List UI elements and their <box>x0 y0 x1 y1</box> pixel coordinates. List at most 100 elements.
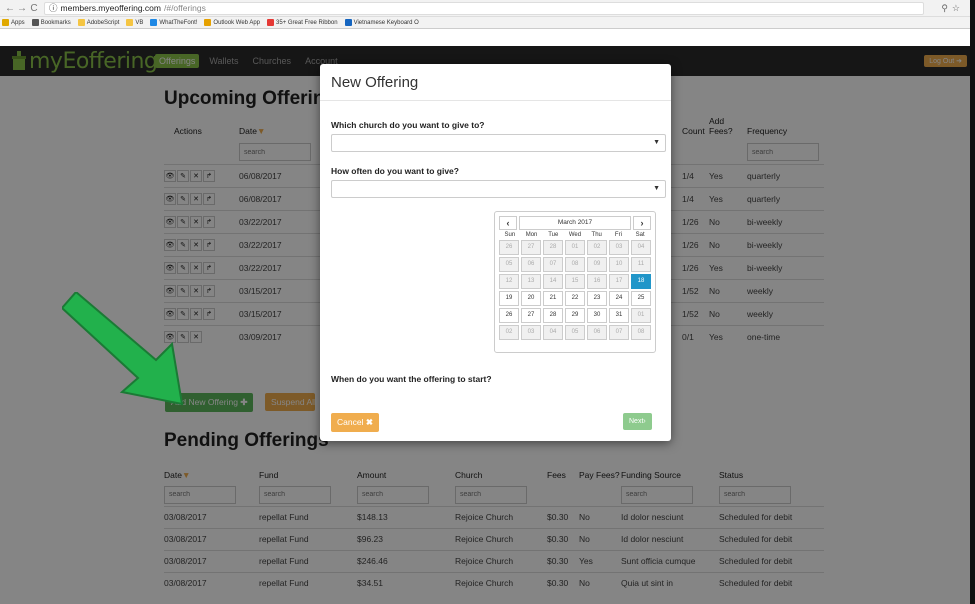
forward-icon[interactable]: → <box>16 3 28 14</box>
next-month-button[interactable]: › <box>633 216 651 230</box>
start-date-calendar: ‹ March 2017 › Sun Mon Tue Wed Thu Fri Sat 26 2… <box>494 211 656 353</box>
reload-icon[interactable]: C <box>28 3 40 14</box>
calendar-day[interactable]: 23 <box>587 291 607 306</box>
frequency-question: How often do you want to give? <box>331 166 459 176</box>
green-arrow-annotation <box>62 292 184 406</box>
calendar-day: 28 <box>543 240 563 255</box>
calendar-day: 01 <box>631 308 651 323</box>
calendar-day: 01 <box>565 240 585 255</box>
calendar-day: 08 <box>631 325 651 340</box>
bookmark-label: AdobeScript <box>86 19 120 26</box>
browser-window: ← → C ⓘ members.myeoffering.com/#/offeri… <box>0 0 970 604</box>
church-select[interactable]: ▼ <box>331 134 666 152</box>
back-icon[interactable]: ← <box>4 3 16 14</box>
bookmark-icon <box>150 19 158 26</box>
bookmark-label: VB <box>135 19 144 26</box>
calendar-day: 06 <box>521 257 541 272</box>
bookmark-item[interactable]: 35+ Great Free Ribbon <box>267 19 338 26</box>
bookmark-icon <box>126 19 134 26</box>
calendar-day: 02 <box>587 240 607 255</box>
new-offering-modal: New Offering Which church do you want to… <box>320 64 671 441</box>
bookmark-label: WhatTheFont! <box>159 19 198 26</box>
bookmark-item[interactable]: Apps <box>2 19 25 26</box>
bookmark-item[interactable]: AdobeScript <box>77 19 120 26</box>
calendar-day: 03 <box>521 325 541 340</box>
url-host: members.myeoffering.com <box>60 3 161 13</box>
cancel-button[interactable]: Cancel ✖ <box>331 413 379 432</box>
calendar-day[interactable]: 18 <box>631 274 651 289</box>
address-bar-row: ← → C ⓘ members.myeoffering.com/#/offeri… <box>0 0 970 17</box>
calendar-day: 13 <box>521 274 541 289</box>
calendar-day: 17 <box>609 274 629 289</box>
bookmarks-bar: Apps Bookmarks AdobeScript VB WhatTheFont! Ou… <box>0 17 970 29</box>
calendar-day: 09 <box>587 257 607 272</box>
screen-frame: ← → C ⓘ members.myeoffering.com/#/offeri… <box>0 0 975 604</box>
url-input[interactable]: ⓘ members.myeoffering.com/#/offerings <box>44 1 924 15</box>
prev-month-button[interactable]: ‹ <box>499 216 517 230</box>
calendar-day[interactable]: 26 <box>499 308 519 323</box>
bookmark-label: Bookmarks <box>40 19 71 26</box>
bookmark-label: Vietnamese Keyboard O <box>353 19 419 26</box>
calendar-day: 02 <box>499 325 519 340</box>
bookmark-item[interactable]: Outlook Web App <box>204 19 260 26</box>
calendar-day[interactable]: 19 <box>499 291 519 306</box>
calendar-day[interactable]: 27 <box>521 308 541 323</box>
calendar-day[interactable]: 29 <box>565 308 585 323</box>
bookmark-item[interactable]: Vietnamese Keyboard O <box>344 19 419 26</box>
calendar-day: 04 <box>543 325 563 340</box>
modal-title: New Offering <box>331 74 419 91</box>
weekday-label: Wed <box>568 232 582 238</box>
calendar-day[interactable]: 24 <box>609 291 629 306</box>
calendar-day[interactable]: 25 <box>631 291 651 306</box>
frequency-select[interactable]: ▼ <box>331 180 666 198</box>
calendar-day[interactable]: 31 <box>609 308 629 323</box>
calendar-day: 04 <box>631 240 651 255</box>
modal-divider <box>320 100 671 101</box>
bookmark-icon <box>77 19 85 26</box>
church-question: Which church do you want to give to? <box>331 120 485 130</box>
caret-icon: ▼ <box>653 139 660 146</box>
weekday-label: Tue <box>548 232 559 238</box>
calendar-day[interactable]: 30 <box>587 308 607 323</box>
bookmark-label: Outlook Web App <box>213 19 261 26</box>
caret-icon: ▼ <box>653 185 660 192</box>
weekday-header: Sun Mon Tue Wed Thu Fri Sat <box>499 232 651 238</box>
calendar-day[interactable]: 28 <box>543 308 563 323</box>
bookmark-icon <box>31 19 39 26</box>
calendar-day[interactable]: 22 <box>565 291 585 306</box>
calendar-day[interactable]: 21 <box>543 291 563 306</box>
calendar-day: 06 <box>587 325 607 340</box>
calendar-day: 08 <box>565 257 585 272</box>
bookmark-item[interactable]: WhatTheFont! <box>150 19 197 26</box>
close-icon: ✖ <box>365 417 373 427</box>
start-question: When do you want the offering to start? <box>331 374 492 384</box>
calendar-day: 07 <box>543 257 563 272</box>
weekday-label: Sat <box>635 232 645 238</box>
weekday-label: Mon <box>525 232 538 238</box>
weekday-label: Fri <box>614 232 622 238</box>
bookmark-item[interactable]: Bookmarks <box>31 19 71 26</box>
calendar-day: 05 <box>499 257 519 272</box>
bookmark-star-icon[interactable]: ⚲☆ <box>941 3 964 14</box>
bookmark-label: Apps <box>11 19 25 26</box>
bookmark-icon <box>344 19 352 26</box>
calendar-day[interactable]: 20 <box>521 291 541 306</box>
calendar-day: 27 <box>521 240 541 255</box>
calendar-day: 12 <box>499 274 519 289</box>
info-icon: ⓘ <box>49 3 58 13</box>
next-button[interactable]: Next› <box>623 413 652 430</box>
calendar-day: 07 <box>609 325 629 340</box>
url-path: /#/offerings <box>163 3 206 13</box>
weekday-label: Sun <box>504 232 516 238</box>
calendar-day: 16 <box>587 274 607 289</box>
chevron-right-icon: › <box>643 418 646 425</box>
bookmark-item[interactable]: VB <box>126 19 143 26</box>
calendar-day: 15 <box>565 274 585 289</box>
calendar-day: 03 <box>609 240 629 255</box>
month-label[interactable]: March 2017 <box>519 216 631 230</box>
calendar-day: 14 <box>543 274 563 289</box>
bookmark-icon <box>267 19 275 26</box>
calendar-days: 26 27 28 01 02 03 04 05 06 07 08 09 10 11 12 13 14 15 16 17… <box>499 240 651 340</box>
weekday-label: Thu <box>591 232 602 238</box>
calendar-day: 10 <box>609 257 629 272</box>
